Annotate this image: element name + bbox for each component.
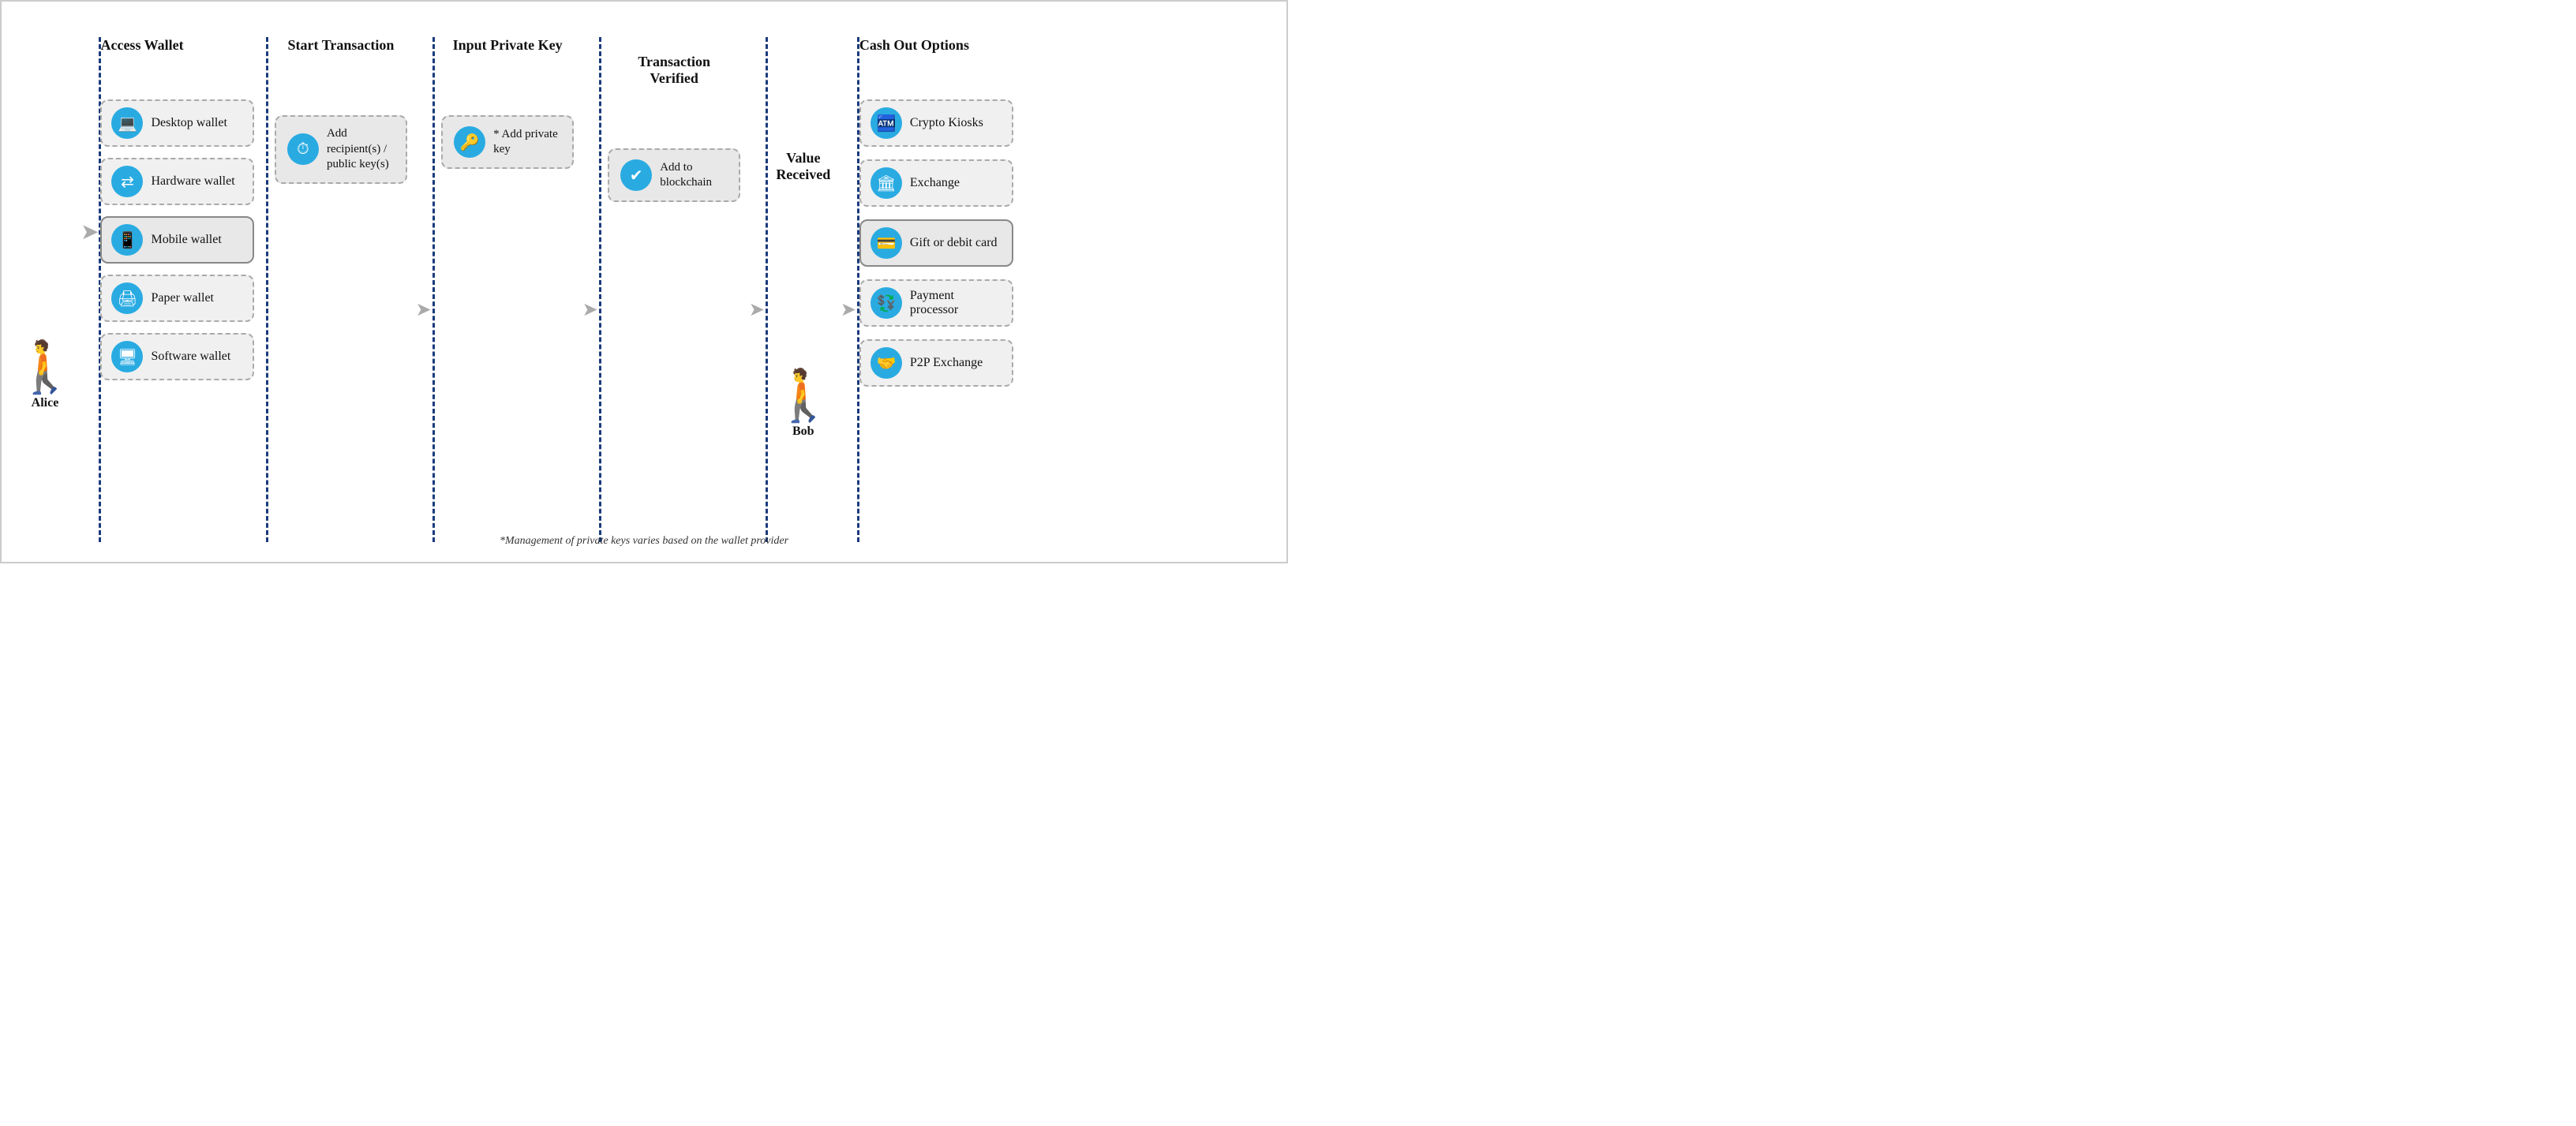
gift-debit-label: Gift or debit card [910,236,998,250]
value-received-column: Value Received 🚶 Bob [768,133,839,439]
paper-wallet-label: Paper wallet [151,291,214,305]
verified-text: Add to blockchain [660,160,728,191]
mobile-wallet-label: Mobile wallet [151,233,221,247]
step1-to-step2-arrow: ➤ [415,298,431,321]
hardware-wallet-label: Hardware wallet [151,174,234,189]
p2p-exchange-label: P2P Exchange [910,356,983,370]
value-received-label: Value Received [776,150,830,182]
wallet-card-hardware[interactable]: ⇄ Hardware wallet [100,158,254,205]
step3-to-bob-arrow: ➤ [749,298,765,321]
wallet-card-mobile[interactable]: 📱 Mobile wallet [100,216,254,264]
cashout-list: 🏧 Crypto Kiosks 🏛 Exchange 💳 Gift or deb… [859,99,1013,395]
input-private-key-header: Input Private Key [453,37,563,54]
private-key-text: * Add private key [493,127,561,158]
wallets-list: 💻 Desktop wallet ⇄ Hardware wallet 📱 Mob… [100,99,254,388]
mobile-wallet-icon: 📱 [111,224,143,256]
start-transaction-text: Add recipient(s) / public key(s) [327,126,395,173]
alice-to-wallet-arrow: ➤ [80,219,99,245]
cashout-card-gift-debit[interactable]: 💳 Gift or debit card [859,219,1013,267]
start-transaction-icon: ⏱ [287,133,319,165]
diagram-container: 🚶 Alice ➤ Access Wallet 💻 Desktop wallet [0,0,1288,563]
desktop-wallet-label: Desktop wallet [151,116,227,130]
cashout-card-crypto-kiosks[interactable]: 🏧 Crypto Kiosks [859,99,1013,147]
cashout-column: Cash Out Options 🏧 Crypto Kiosks 🏛 Excha… [859,37,1025,395]
start-transaction-header: Start Transaction [288,37,395,54]
wallet-card-software[interactable]: 🖥 Software wallet [100,333,254,380]
transaction-verified-box: ✔ Add to blockchain [608,148,740,202]
input-private-key-box: 🔑 * Add private key [441,115,574,169]
p2p-exchange-icon: 🤝 [871,347,902,379]
private-key-icon: 🔑 [454,126,485,158]
cashout-card-payment-processor[interactable]: 💱 Payment processor [859,279,1013,327]
start-transaction-box: ⏱ Add recipient(s) / public key(s) [275,115,407,184]
wallet-card-paper[interactable]: 🖨 Paper wallet [100,275,254,322]
input-private-key-column: Input Private Key 🔑 * Add private key [435,37,581,169]
cashout-card-exchange[interactable]: 🏛 Exchange [859,159,1013,207]
bob-label: Bob [792,425,814,439]
payment-processor-icon: 💱 [871,287,902,319]
cashout-header: Cash Out Options [859,37,969,54]
value-received-header: Value Received [776,133,830,183]
crypto-kiosks-label: Crypto Kiosks [910,116,983,130]
access-wallet-header: Access Wallet [100,37,183,54]
alice-column: 🚶 Alice [9,161,80,410]
start-transaction-column: Start Transaction ⏱ Add recipient(s) / p… [268,37,414,184]
software-wallet-label: Software wallet [151,350,230,364]
alice-icon: 🚶 [13,342,77,393]
footnote: *Management of private keys varies based… [500,535,788,548]
paper-wallet-icon: 🖨 [111,282,143,314]
gift-debit-icon: 💳 [871,227,902,259]
transaction-verified-label: Transaction Verified [638,54,710,86]
alice-label: Alice [32,396,59,410]
alice-person: 🚶 Alice [13,342,77,410]
wallet-card-desktop[interactable]: 💻 Desktop wallet [100,99,254,147]
bob-icon: 🚶 [772,371,835,421]
software-wallet-icon: 🖥 [111,341,143,372]
hardware-wallet-icon: ⇄ [111,166,143,197]
bob-to-cashout-arrow: ➤ [841,298,856,321]
cashout-card-p2p-exchange[interactable]: 🤝 P2P Exchange [859,339,1013,387]
bob-person: 🚶 Bob [772,371,835,439]
step2-to-step3-arrow: ➤ [582,298,598,321]
transaction-verified-column: Transaction Verified ✔ Add to blockchain [601,37,747,202]
verified-icon: ✔ [620,159,652,191]
bob-figure-wrap: 🚶 Bob [772,371,835,439]
alice-figure-wrap: 🚶 Alice [13,342,77,410]
access-wallet-column: Access Wallet 💻 Desktop wallet ⇄ Hardwar… [100,37,266,388]
exchange-label: Exchange [910,176,960,190]
payment-processor-label: Payment processor [910,289,1002,317]
crypto-kiosks-icon: 🏧 [871,107,902,139]
desktop-wallet-icon: 💻 [111,107,143,139]
exchange-icon: 🏛 [871,167,902,199]
transaction-verified-header: Transaction Verified [638,37,710,87]
